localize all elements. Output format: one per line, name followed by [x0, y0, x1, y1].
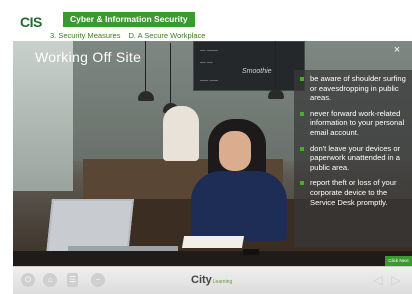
notebook [181, 236, 245, 248]
bullet-text: be aware of shoulder surfing or eavesdro… [310, 74, 406, 103]
power-icon[interactable]: ⏻ [21, 273, 35, 287]
menu-board-line: Smoothie [242, 68, 272, 75]
woman-body [191, 171, 287, 241]
home-icon[interactable]: ⌂ [43, 273, 57, 287]
course-player: CIS Cyber & Information Security 3. Secu… [0, 0, 412, 294]
document-icon[interactable]: ☰ [67, 273, 78, 287]
slide-title: Working Off Site [35, 49, 142, 65]
close-icon[interactable]: × [391, 44, 403, 56]
desk [13, 251, 412, 266]
bullet-text: never forward work-related information t… [310, 108, 405, 137]
brand-name: City [191, 274, 212, 286]
menu-board-line: –– –––– [200, 48, 219, 54]
background-person [163, 106, 199, 161]
pendant-lamp [268, 41, 284, 99]
bullet-icon [300, 146, 304, 151]
player-footer: ⏻ ⌂ ☰ − CityLearning ◁ ▷ [13, 266, 412, 294]
next-arrow-icon[interactable]: ▷ [389, 273, 403, 287]
bullet-item: never forward work-related information t… [300, 109, 408, 138]
brand-sub: Learning [212, 279, 233, 285]
minus-icon[interactable]: − [91, 273, 105, 287]
bullet-text: don't leave your devices or paperwork un… [310, 143, 401, 172]
breadcrumb: 3. Security Measures D. A Secure Workplac… [50, 31, 205, 40]
breadcrumb-step-section[interactable]: 3. Security Measures [50, 31, 120, 40]
bullet-item: don't leave your devices or paperwork un… [300, 144, 408, 173]
pendant-lamp [138, 41, 154, 101]
course-title: Cyber & Information Security [63, 12, 195, 27]
bullet-icon [300, 111, 304, 116]
prev-arrow-icon[interactable]: ◁ [371, 273, 385, 287]
menu-board-line: –– –– [200, 60, 213, 66]
bullet-item: be aware of shoulder surfing or eavesdro… [300, 74, 408, 103]
logo: CIS [20, 14, 42, 30]
menu-board-line: ––– ––– [200, 78, 219, 84]
woman-face [219, 131, 251, 171]
phone [243, 249, 259, 255]
slide-stage: –– –––– –– –– Smoothie ––– ––– Working O… [13, 41, 412, 266]
bullet-text: report theft or loss of your corporate d… [310, 178, 397, 207]
click-next-hint: Click Next [385, 256, 412, 266]
bullet-panel: be aware of shoulder surfing or eavesdro… [294, 70, 412, 247]
bullet-icon [300, 181, 304, 186]
bullet-icon [300, 77, 304, 81]
menu-board: –– –––– –– –– Smoothie ––– ––– [193, 41, 305, 91]
brand-logo: CityLearning [191, 274, 232, 286]
header: CIS Cyber & Information Security 3. Secu… [13, 12, 412, 41]
breadcrumb-step-topic[interactable]: D. A Secure Workplace [128, 31, 205, 40]
bullet-item: report theft or loss of your corporate d… [300, 178, 408, 207]
